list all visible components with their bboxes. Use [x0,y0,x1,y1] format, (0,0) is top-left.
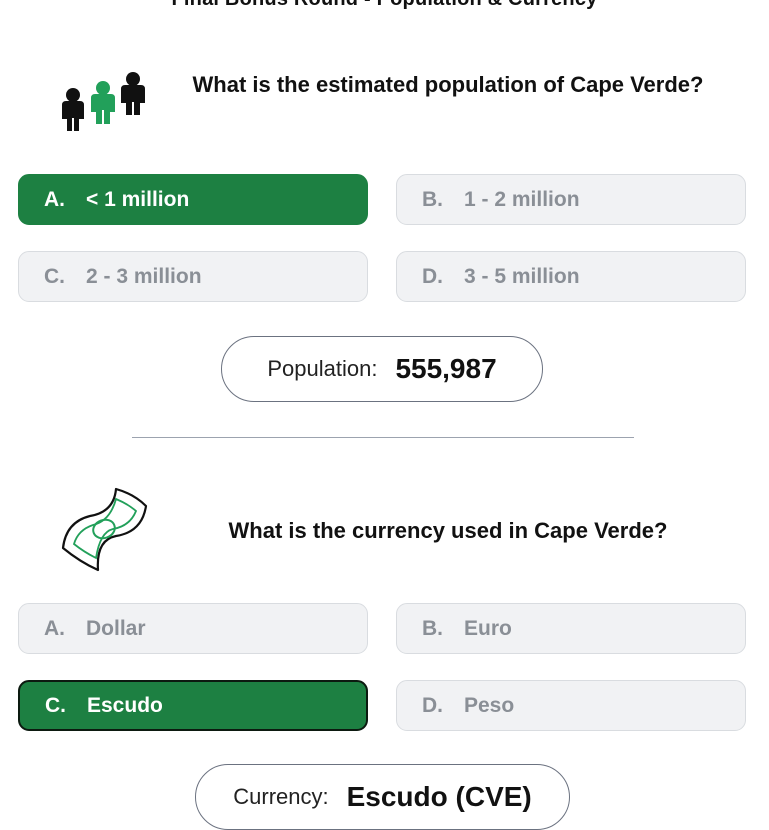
people-icon [57,70,149,134]
q1-option-b[interactable]: B. 1 - 2 million [396,174,746,225]
currency-answer: Currency: Escudo (CVE) [195,764,570,830]
question-1-text: What is the estimated population of Cape… [192,72,704,97]
q1-option-c[interactable]: C. 2 - 3 million [18,251,368,302]
section-divider [132,437,634,438]
banknote-icon [58,486,150,574]
option-text: 2 - 3 million [86,264,202,288]
answer-value: Escudo (CVE) [346,781,532,812]
option-letter: C. [45,693,66,717]
q2-option-b[interactable]: B. Euro [396,603,746,654]
option-letter: B. [422,616,443,640]
answer-value: 555,987 [395,353,497,384]
option-letter: D. [422,264,443,288]
option-text: 1 - 2 million [464,187,580,211]
answer-label: Population: [267,356,378,381]
question-2-text: What is the currency used in Cape Verde? [228,518,668,543]
population-answer: Population: 555,987 [221,336,543,402]
option-letter: C. [44,264,65,288]
option-letter: A. [44,187,65,211]
option-text: < 1 million [86,187,190,211]
q2-option-c[interactable]: C. Escudo [18,680,368,731]
option-text: Dollar [86,616,146,640]
answer-label: Currency: [233,784,329,809]
q2-option-a[interactable]: A. Dollar [18,603,368,654]
q1-option-d[interactable]: D. 3 - 5 million [396,251,746,302]
option-text: Escudo [87,693,163,717]
option-letter: A. [44,616,65,640]
option-text: 3 - 5 million [464,264,580,288]
option-letter: D. [422,693,443,717]
page-title: Final Bonus Round - Population & Currenc… [0,0,769,11]
option-text: Euro [464,616,512,640]
option-letter: B. [422,187,443,211]
option-text: Peso [464,693,515,717]
q2-option-d[interactable]: D. Peso [396,680,746,731]
q1-option-a[interactable]: A. < 1 million [18,174,368,225]
